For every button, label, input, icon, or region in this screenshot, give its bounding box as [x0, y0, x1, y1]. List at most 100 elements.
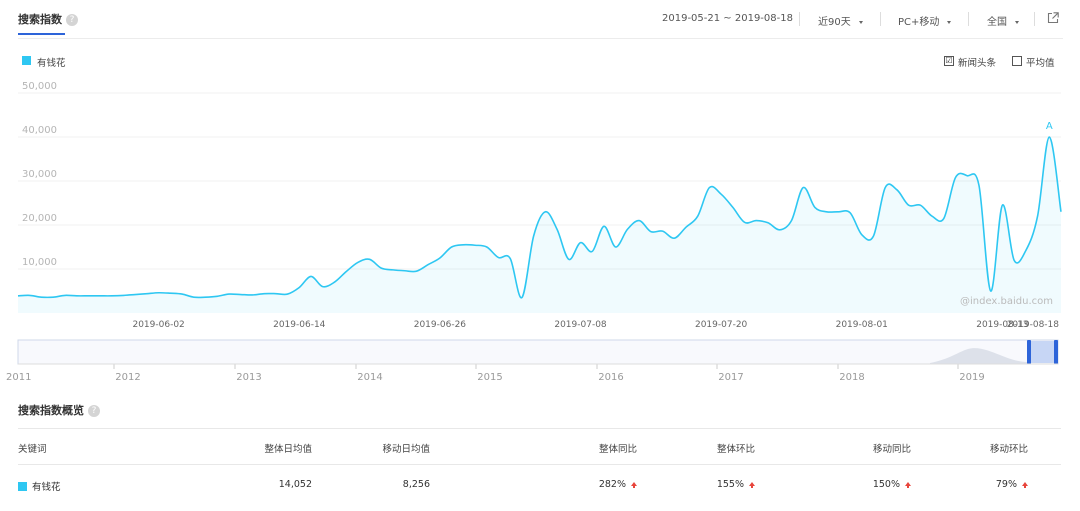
data-point: [250, 293, 254, 297]
data-point: [1024, 249, 1028, 253]
data-point: [930, 214, 934, 218]
data-point: [579, 241, 583, 245]
navigator-year-label: 2015: [477, 372, 502, 383]
data-point: [121, 293, 125, 297]
arrow-up-icon: [1022, 481, 1028, 488]
data-point: [473, 243, 477, 247]
data-point: [227, 292, 231, 296]
y-tick-label: 40,000: [22, 125, 57, 136]
navigator-year-label: 2012: [115, 372, 140, 383]
watermark: @index.baidu.com: [960, 296, 1053, 307]
data-point: [848, 211, 852, 215]
data-point: [1059, 210, 1063, 214]
data-point: [1000, 203, 1004, 207]
data-point: [789, 219, 793, 223]
data-point: [204, 295, 208, 299]
data-point: [133, 293, 137, 297]
data-point: [567, 257, 571, 261]
x-tick-label: 2019-07-08: [554, 320, 607, 330]
mobile-yoy-value: 150%: [873, 479, 911, 490]
navigator-track[interactable]: [17, 339, 1059, 365]
data-point: [918, 203, 922, 207]
keyword-swatch: [18, 482, 27, 491]
data-point: [532, 234, 536, 238]
news-annotation-marker[interactable]: A: [1046, 121, 1053, 132]
range-navigator[interactable]: [17, 339, 1059, 365]
navigator-handle-right[interactable]: [1054, 340, 1058, 364]
data-point: [555, 227, 559, 231]
data-point: [274, 292, 278, 296]
x-tick-label: 2019-06-26: [414, 320, 467, 330]
data-point: [414, 269, 418, 273]
data-point: [344, 270, 348, 274]
data-point: [168, 291, 172, 295]
data-point: [719, 192, 723, 196]
y-tick-label: 20,000: [22, 213, 57, 224]
data-point: [895, 188, 899, 192]
data-point: [180, 292, 184, 296]
data-point: [977, 183, 981, 187]
data-point: [731, 205, 735, 209]
data-point: [696, 214, 700, 218]
data-point: [754, 219, 758, 223]
x-tick-label: 2019-06-14: [273, 320, 326, 330]
navigator-year-label: 2014: [357, 372, 382, 383]
overall-avg-value: 14,052: [278, 479, 312, 490]
navigator-year-label: 2019: [959, 372, 984, 383]
mobile-avg-value: 8,256: [402, 479, 430, 490]
data-point: [450, 245, 454, 249]
data-point: [637, 219, 641, 223]
col-header-mobile-avg: 移动日均值: [382, 444, 430, 455]
data-point: [625, 227, 629, 231]
x-tick-label: 2019-08-01: [836, 320, 888, 330]
data-point: [508, 256, 512, 260]
navigator-year-label: 2016: [598, 372, 623, 383]
arrow-up-icon: [905, 481, 911, 488]
data-point: [1036, 214, 1040, 218]
data-point: [766, 221, 770, 225]
table-header-divider: [18, 464, 1061, 465]
overall-mom-value: 155%: [717, 479, 755, 490]
overview-divider: [18, 428, 1061, 429]
mobile-mom-value: 79%: [996, 479, 1028, 490]
data-point: [907, 203, 911, 207]
col-header-keyword: 关键词: [18, 444, 47, 455]
data-point: [110, 294, 114, 298]
help-icon[interactable]: ?: [88, 405, 100, 417]
navigator-year-label: 2011: [6, 372, 31, 383]
data-point: [403, 269, 407, 273]
data-point: [942, 216, 946, 220]
data-point: [883, 186, 887, 190]
data-point: [743, 220, 747, 224]
x-tick-label: 2019-07-20: [695, 320, 748, 330]
navigator-year-label: 2013: [236, 372, 261, 383]
navigator-year-label: 2017: [718, 372, 743, 383]
y-tick-label: 10,000: [22, 257, 57, 268]
data-point: [672, 236, 676, 240]
data-point: [356, 260, 360, 264]
data-point: [801, 186, 805, 190]
navigator-selection[interactable]: [1029, 341, 1056, 363]
data-point: [192, 295, 196, 299]
overall-yoy-value: 282%: [599, 479, 637, 490]
data-point: [871, 234, 875, 238]
data-point: [262, 292, 266, 296]
arrow-up-icon: [631, 481, 637, 488]
navigator-handle-left[interactable]: [1027, 340, 1031, 364]
data-point: [485, 245, 489, 249]
data-point: [1012, 258, 1016, 262]
data-point: [321, 285, 325, 289]
data-point: [98, 294, 102, 298]
data-point: [836, 210, 840, 214]
table-row-keyword: 有钱花: [18, 479, 61, 493]
x-tick-label: 2019-08-18: [1007, 320, 1060, 330]
data-point: [813, 205, 817, 209]
data-point: [954, 175, 958, 179]
data-point: [614, 245, 618, 249]
col-header-overall-mom: 整体环比: [716, 444, 755, 455]
data-point: [684, 225, 688, 229]
navigator-year-label: 2018: [839, 372, 864, 383]
data-point: [16, 294, 20, 298]
data-point: [438, 256, 442, 260]
data-point: [649, 230, 653, 234]
